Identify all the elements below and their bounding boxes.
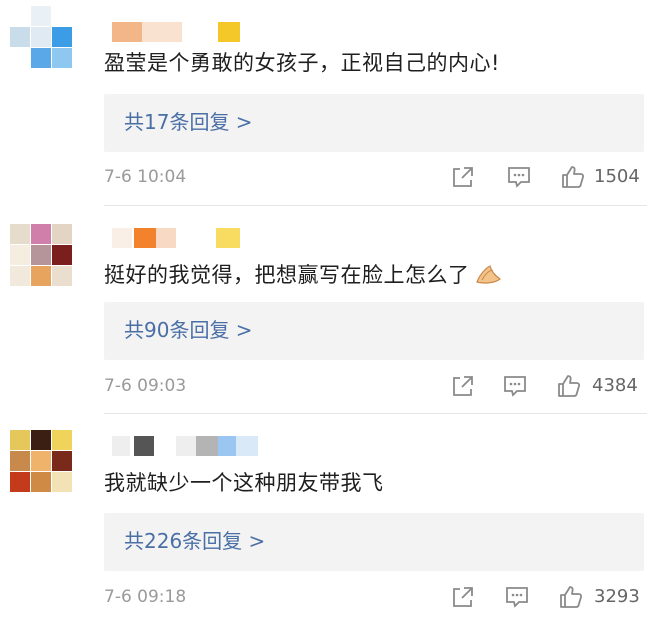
- divider: [104, 205, 647, 206]
- comment-meta: 7-6 09:03 4384: [104, 371, 644, 401]
- comment-item: 挺好的我觉得，把想赢写在脸上怎么了 共90条回复 > 7-6 09:03 438…: [0, 208, 647, 413]
- comment-icon[interactable]: [502, 373, 528, 399]
- comment-meta: 7-6 09:18 3293: [104, 582, 644, 612]
- replies-label[interactable]: 共90条回复 >: [124, 316, 253, 344]
- comment-icon[interactable]: [506, 164, 532, 190]
- comment-item: 盈莹是个勇敢的女孩子，正视自己的内心! 共17条回复 > 7-6 10:04 1…: [0, 0, 647, 205]
- like-count: 4384: [592, 375, 638, 396]
- timestamp: 7-6 09:18: [104, 587, 187, 607]
- clapping-hands-emoji-icon: [474, 262, 504, 286]
- replies-link[interactable]: 共90条回复 >: [104, 302, 644, 360]
- comment-item: 我就缺少一个这种朋友带我飞 共226条回复 > 7-6 09:18 3293: [0, 416, 647, 621]
- username[interactable]: [112, 228, 242, 250]
- like-icon[interactable]: [558, 584, 584, 610]
- replies-label[interactable]: 共226条回复 >: [124, 527, 265, 555]
- comment-text: 挺好的我觉得，把想赢写在脸上怎么了: [104, 260, 504, 290]
- avatar[interactable]: [10, 224, 72, 286]
- replies-label[interactable]: 共17条回复 >: [124, 108, 253, 136]
- timestamp: 7-6 10:04: [104, 167, 187, 187]
- divider: [104, 413, 647, 414]
- avatar[interactable]: [10, 430, 72, 492]
- avatar[interactable]: [10, 6, 72, 68]
- share-icon[interactable]: [450, 584, 476, 610]
- comment-text-content: 挺好的我觉得，把想赢写在脸上怎么了: [104, 263, 470, 287]
- username[interactable]: [112, 436, 272, 458]
- like-count: 1504: [594, 166, 640, 187]
- replies-link[interactable]: 共17条回复 >: [104, 94, 644, 152]
- like-icon[interactable]: [556, 373, 582, 399]
- share-icon[interactable]: [450, 164, 476, 190]
- username[interactable]: [112, 22, 242, 44]
- comment-text: 盈莹是个勇敢的女孩子，正视自己的内心!: [104, 51, 500, 75]
- timestamp: 7-6 09:03: [104, 376, 187, 396]
- share-icon[interactable]: [450, 373, 476, 399]
- comment-meta: 7-6 10:04 1504: [104, 162, 644, 192]
- like-icon[interactable]: [560, 164, 586, 190]
- comment-text: 我就缺少一个这种朋友带我飞: [104, 471, 384, 495]
- like-count: 3293: [594, 586, 640, 607]
- replies-link[interactable]: 共226条回复 >: [104, 513, 644, 571]
- comment-icon[interactable]: [504, 584, 530, 610]
